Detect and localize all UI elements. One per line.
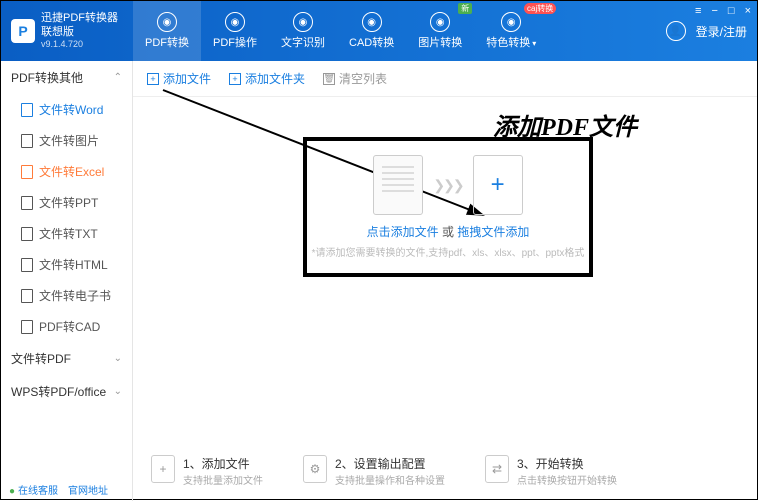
- trash-icon: 🗑: [323, 73, 335, 85]
- tab-4[interactable]: ◉图片转换新: [406, 1, 474, 61]
- sidebar-item-0-7[interactable]: PDF转CAD: [1, 311, 132, 342]
- tab-icon: ◉: [362, 12, 382, 32]
- login-link[interactable]: 登录/注册: [696, 23, 747, 40]
- tab-icon: ◉: [501, 12, 521, 32]
- sidebar-group-2[interactable]: WPS转PDF/office⌄: [1, 375, 132, 408]
- chevron-right-icon: ❯❯❯: [433, 177, 462, 194]
- file-icon: [21, 227, 33, 241]
- dropzone-hint: *请添加您需要转换的文件,支持pdf、xls、xlsx、ppt、pptx格式: [312, 244, 585, 259]
- step-2: ⇄3、开始转换点击转换按钮开始转换: [485, 455, 617, 487]
- file-icon: [21, 103, 33, 117]
- plus-icon: +: [147, 73, 159, 85]
- minimize-button[interactable]: −: [711, 5, 717, 17]
- sidebar-item-0-1[interactable]: 文件转图片: [1, 125, 132, 156]
- add-file-button[interactable]: +添加文件: [147, 70, 211, 87]
- file-icon: [21, 258, 33, 272]
- app-version: v9.1.4.720: [41, 39, 118, 50]
- app-logo: P 迅捷PDF转换器 联想版 v9.1.4.720: [1, 12, 133, 49]
- tab-icon: ◉: [225, 12, 245, 32]
- official-site-link[interactable]: 官网地址: [68, 482, 108, 497]
- step-icon: +: [151, 455, 175, 483]
- tab-2[interactable]: ◉文字识别: [269, 1, 337, 61]
- sidebar-item-0-4[interactable]: 文件转TXT: [1, 218, 132, 249]
- step-1: ⚙2、设置输出配置支持批量操作和各种设置: [303, 455, 445, 487]
- tab-0[interactable]: ◉PDF转换: [133, 1, 201, 61]
- logo-icon: P: [11, 19, 35, 43]
- app-name: 迅捷PDF转换器: [41, 12, 118, 25]
- tab-1[interactable]: ◉PDF操作: [201, 1, 269, 61]
- document-icon: [373, 155, 423, 215]
- sidebar-item-0-2[interactable]: 文件转Excel: [1, 156, 132, 187]
- sidebar-item-0-5[interactable]: 文件转HTML: [1, 249, 132, 280]
- close-button[interactable]: ×: [745, 5, 751, 17]
- tab-icon: ◉: [157, 12, 177, 32]
- sidebar-item-0-6[interactable]: 文件转电子书: [1, 280, 132, 311]
- badge-caj: caj转换: [524, 3, 556, 14]
- drag-add-text: 拖拽文件添加: [457, 225, 529, 239]
- click-add-link[interactable]: 点击添加文件: [367, 225, 439, 239]
- chevron-down-icon: ⌄: [114, 386, 122, 397]
- tab-icon: ◉: [430, 12, 450, 32]
- drop-zone[interactable]: ❯❯❯ + 点击添加文件 或 拖拽文件添加 *请添加您需要转换的文件,支持pdf…: [303, 137, 593, 277]
- file-icon: [21, 165, 33, 179]
- file-icon: [21, 134, 33, 148]
- file-icon: [21, 196, 33, 210]
- user-icon[interactable]: 👤: [666, 21, 686, 41]
- sidebar-item-0-3[interactable]: 文件转PPT: [1, 187, 132, 218]
- tab-3[interactable]: ◉CAD转换: [337, 1, 406, 61]
- step-icon: ⇄: [485, 455, 509, 483]
- app-edition: 联想版: [41, 26, 118, 39]
- online-service-link[interactable]: 在线客服: [9, 482, 58, 497]
- sidebar-item-0-0[interactable]: 文件转Word: [1, 94, 132, 125]
- sidebar-group-0[interactable]: PDF转换其他⌃: [1, 61, 132, 94]
- file-icon: [21, 320, 33, 334]
- tab-icon: ◉: [293, 12, 313, 32]
- clear-list-button[interactable]: 🗑清空列表: [323, 70, 387, 87]
- plus-icon: +: [229, 73, 241, 85]
- step-icon: ⚙: [303, 455, 327, 483]
- add-icon: +: [473, 155, 523, 215]
- badge-new: 新: [458, 3, 472, 14]
- menu-button[interactable]: ≡: [695, 5, 701, 17]
- file-icon: [21, 289, 33, 303]
- add-folder-button[interactable]: +添加文件夹: [229, 70, 305, 87]
- tab-5[interactable]: ◉特色转换▾caj转换: [474, 1, 548, 61]
- sidebar-group-1[interactable]: 文件转PDF⌄: [1, 342, 132, 375]
- chevron-down-icon: ⌄: [114, 353, 122, 364]
- chevron-up-icon: ⌃: [114, 72, 122, 83]
- maximize-button[interactable]: □: [728, 5, 735, 17]
- step-0: +1、添加文件支持批量添加文件: [151, 455, 263, 487]
